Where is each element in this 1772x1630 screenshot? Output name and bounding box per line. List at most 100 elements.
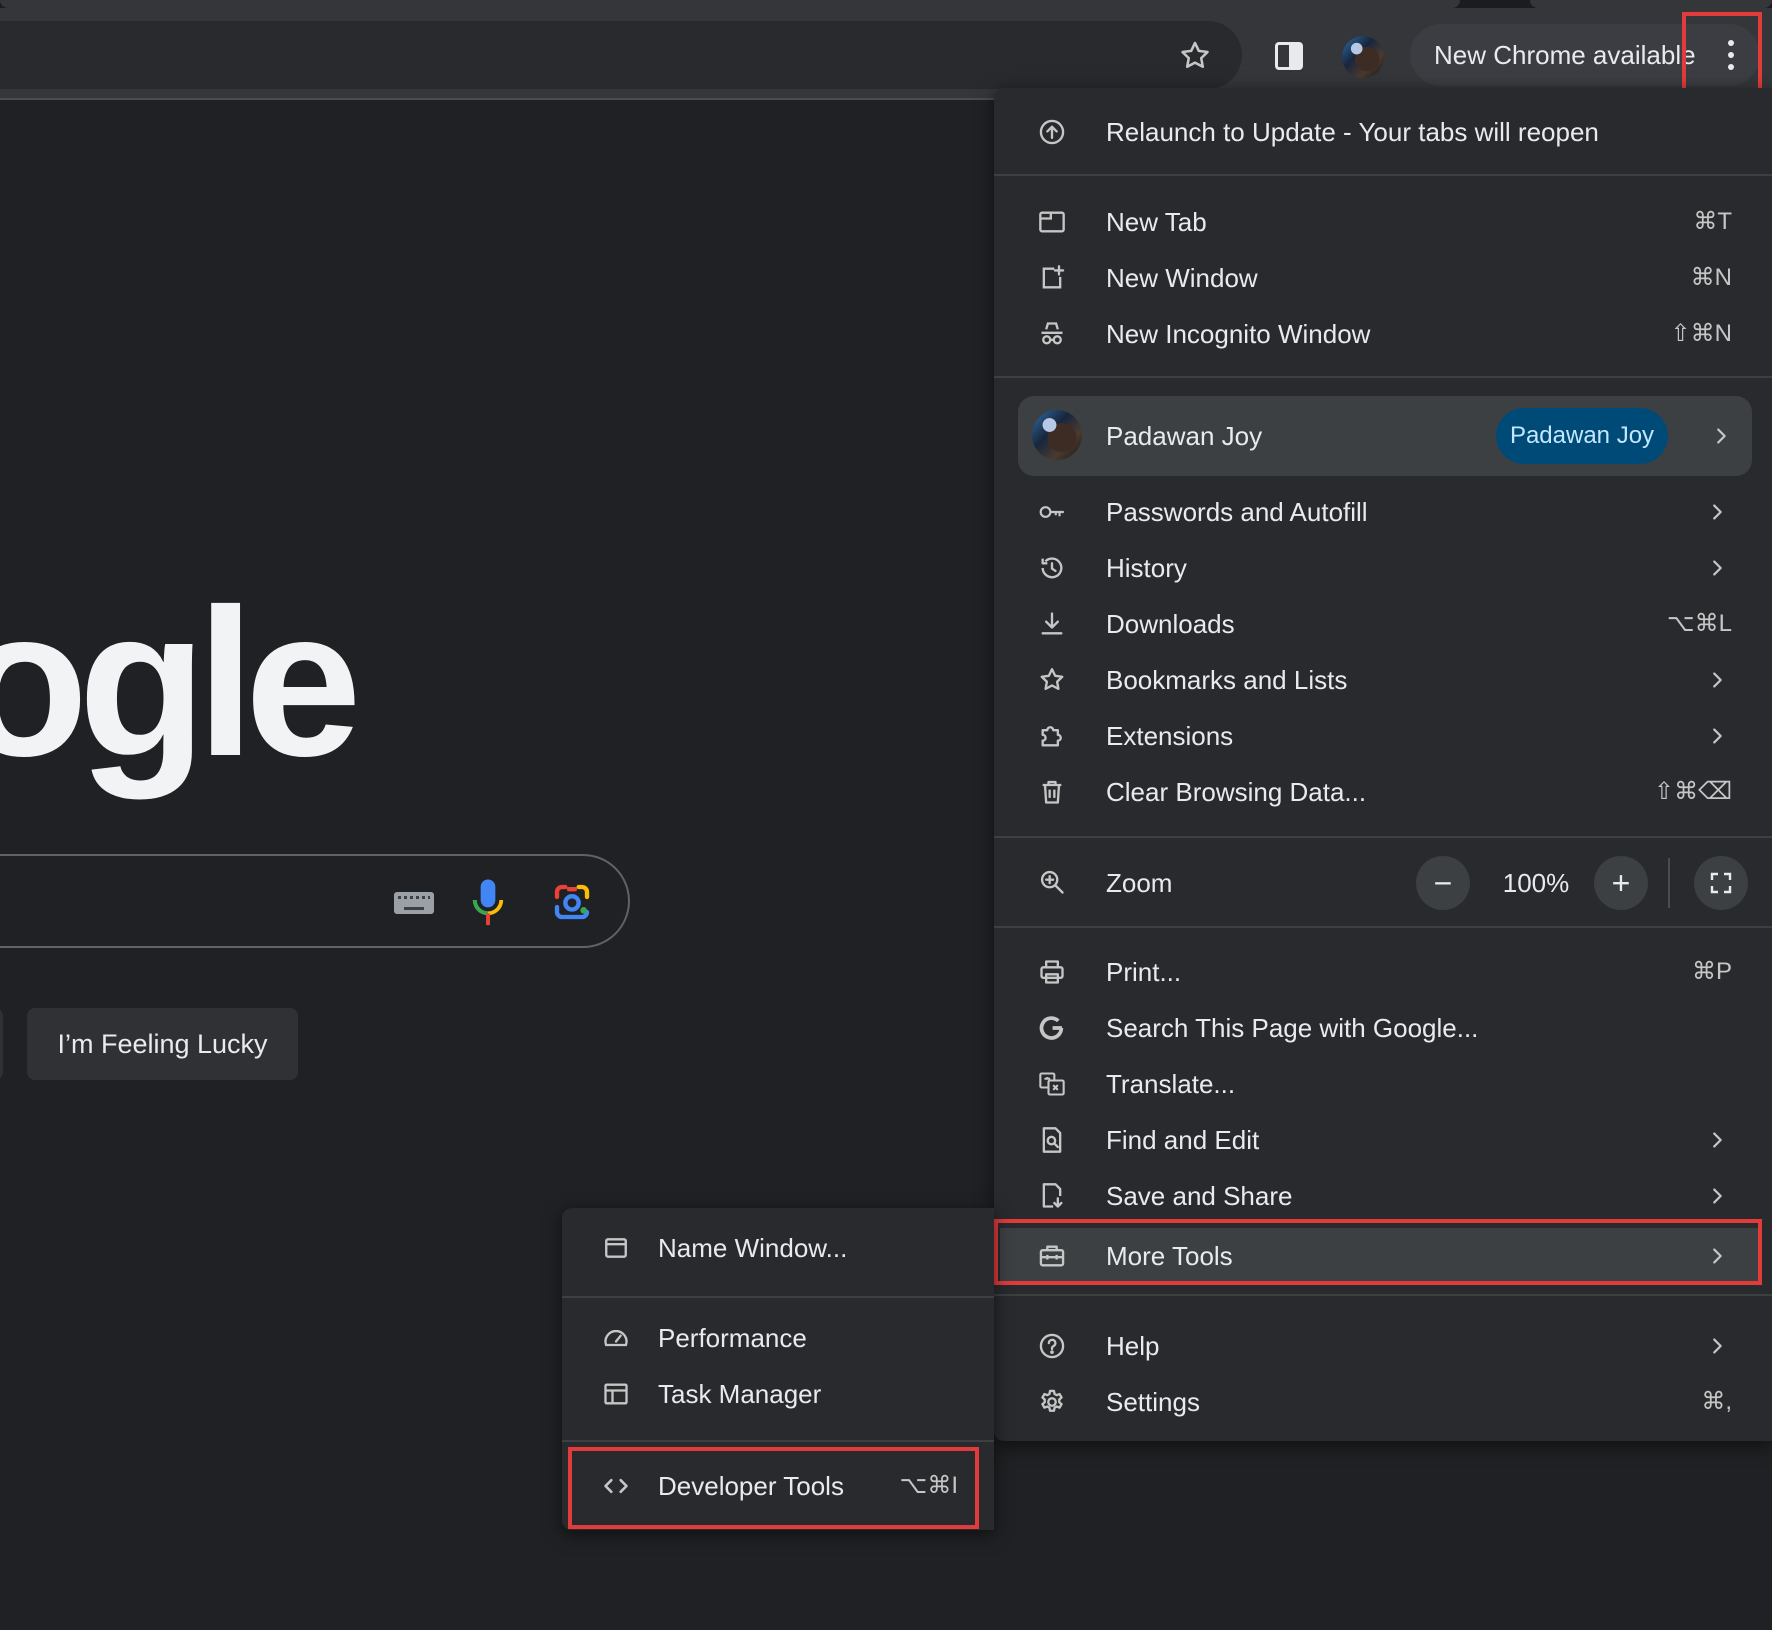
name-window-label: Name Window...: [658, 1233, 848, 1263]
clear-data-label: Clear Browsing Data...: [1106, 777, 1367, 807]
menu-divider: [994, 376, 1772, 378]
save-share-item[interactable]: Save and Share: [994, 1168, 1772, 1224]
downloads-label: Downloads: [1106, 609, 1235, 639]
task-manager-item[interactable]: Task Manager: [562, 1366, 994, 1422]
downloads-item[interactable]: Downloads ⌥⌘L: [994, 596, 1772, 652]
search-page-label: Search This Page with Google...: [1106, 1013, 1479, 1043]
key-icon: [1038, 498, 1066, 526]
code-brackets-icon: [602, 1472, 630, 1500]
extensions-label: Extensions: [1106, 721, 1234, 751]
bookmark-star-button[interactable]: [1172, 33, 1218, 79]
download-icon: [1038, 610, 1066, 638]
minus-icon: −: [1433, 865, 1453, 901]
relaunch-item[interactable]: Relaunch to Update - Your tabs will reop…: [994, 104, 1772, 160]
developer-tools-item[interactable]: Developer Tools ⌥⌘I: [562, 1458, 994, 1514]
help-item[interactable]: Help: [994, 1318, 1772, 1374]
update-chip[interactable]: New Chrome available: [1410, 24, 1760, 86]
print-label: Print...: [1106, 957, 1182, 987]
profile-avatar-button[interactable]: [1342, 36, 1384, 78]
search-input[interactable]: [0, 854, 630, 948]
lens-camera-icon[interactable]: [552, 882, 592, 922]
help-icon: [1038, 1332, 1066, 1360]
fullscreen-button[interactable]: [1694, 856, 1748, 910]
update-icon: [1038, 118, 1066, 146]
settings-item[interactable]: Settings ⌘,: [994, 1374, 1772, 1430]
more-tools-label: More Tools: [1106, 1241, 1233, 1271]
translate-label: Translate...: [1106, 1069, 1236, 1099]
new-tab-item[interactable]: New Tab ⌘T: [994, 194, 1772, 250]
google-g-icon: [1038, 1014, 1066, 1042]
find-edit-item[interactable]: Find and Edit: [994, 1112, 1772, 1168]
performance-item[interactable]: Performance: [562, 1310, 994, 1366]
google-logo: ogle: [0, 565, 362, 800]
new-window-shortcut: ⌘N: [1690, 264, 1732, 291]
window-icon: [602, 1234, 630, 1262]
mic-icon[interactable]: [470, 878, 506, 928]
side-panel-button[interactable]: [1272, 39, 1306, 73]
new-tab-shortcut: ⌘T: [1693, 208, 1732, 235]
help-label: Help: [1106, 1331, 1160, 1361]
new-tab-icon: [1038, 208, 1066, 236]
tab-edge: [0, 0, 1460, 8]
chevron-right-icon: [1713, 1188, 1722, 1204]
performance-label: Performance: [658, 1323, 807, 1353]
google-search-button[interactable]: [0, 1008, 3, 1080]
chevron-right-icon: [1713, 728, 1722, 744]
star-icon: [1181, 41, 1209, 69]
more-tools-submenu: Name Window... Performance Task Manager …: [562, 1208, 994, 1530]
performance-gauge-icon: [602, 1324, 630, 1352]
print-shortcut: ⌘P: [1691, 958, 1732, 985]
bookmarks-item[interactable]: Bookmarks and Lists: [994, 652, 1772, 708]
menu-divider: [994, 1294, 1772, 1296]
chrome-main-menu: Relaunch to Update - Your tabs will reop…: [994, 88, 1772, 1441]
toolbox-icon: [1038, 1242, 1066, 1270]
print-icon: [1038, 958, 1066, 986]
zoom-icon: [1038, 868, 1066, 896]
zoom-row: Zoom − 100% +: [994, 854, 1772, 912]
new-tab-label: New Tab: [1106, 207, 1207, 237]
address-bar[interactable]: [0, 21, 1242, 89]
history-item[interactable]: History: [994, 540, 1772, 596]
zoom-out-button[interactable]: −: [1416, 856, 1470, 910]
developer-tools-label: Developer Tools: [658, 1471, 844, 1501]
zoom-value: 100%: [1502, 868, 1570, 898]
incognito-icon: [1038, 320, 1066, 348]
save-share-icon: [1038, 1182, 1066, 1210]
chevron-right-icon: [1713, 504, 1722, 520]
update-chip-label: New Chrome available: [1434, 40, 1696, 70]
passwords-label: Passwords and Autofill: [1106, 497, 1368, 527]
new-incognito-label: New Incognito Window: [1106, 319, 1371, 349]
settings-label: Settings: [1106, 1387, 1200, 1417]
save-share-label: Save and Share: [1106, 1181, 1293, 1211]
print-item[interactable]: Print... ⌘P: [994, 944, 1772, 1000]
new-incognito-item[interactable]: New Incognito Window ⇧⌘N: [994, 306, 1772, 362]
chevron-right-icon: [1713, 1338, 1722, 1354]
clear-data-shortcut: ⇧⌘⌫: [1653, 778, 1732, 805]
new-window-icon: [1038, 264, 1066, 292]
zoom-in-button[interactable]: +: [1594, 856, 1648, 910]
history-icon: [1038, 554, 1066, 582]
passwords-item[interactable]: Passwords and Autofill: [994, 484, 1772, 540]
translate-item[interactable]: Translate...: [994, 1056, 1772, 1112]
profile-chip[interactable]: Padawan Joy: [1496, 408, 1668, 464]
profile-name: Padawan Joy: [1106, 421, 1263, 451]
bookmarks-label: Bookmarks and Lists: [1106, 665, 1348, 695]
find-edit-label: Find and Edit: [1106, 1125, 1260, 1155]
extensions-item[interactable]: Extensions: [994, 708, 1772, 764]
feeling-lucky-button[interactable]: I’m Feeling Lucky: [27, 1008, 298, 1080]
name-window-item[interactable]: Name Window...: [562, 1220, 994, 1276]
zoom-divider: [1668, 858, 1670, 908]
profile-item[interactable]: Padawan Joy Padawan Joy: [1018, 396, 1752, 476]
downloads-shortcut: ⌥⌘L: [1666, 610, 1732, 637]
new-window-item[interactable]: New Window ⌘N: [994, 250, 1772, 306]
search-page-item[interactable]: Search This Page with Google...: [994, 1000, 1772, 1056]
clear-data-item[interactable]: Clear Browsing Data... ⇧⌘⌫: [994, 764, 1772, 820]
history-label: History: [1106, 553, 1187, 583]
translate-icon: [1038, 1070, 1066, 1098]
chevron-right-icon: [1717, 428, 1726, 444]
keyboard-icon[interactable]: [394, 892, 434, 914]
more-tools-item[interactable]: More Tools: [994, 1228, 1772, 1284]
menu-divider: [562, 1440, 994, 1442]
more-vert-icon[interactable]: [1713, 26, 1749, 84]
task-manager-icon: [602, 1380, 630, 1408]
